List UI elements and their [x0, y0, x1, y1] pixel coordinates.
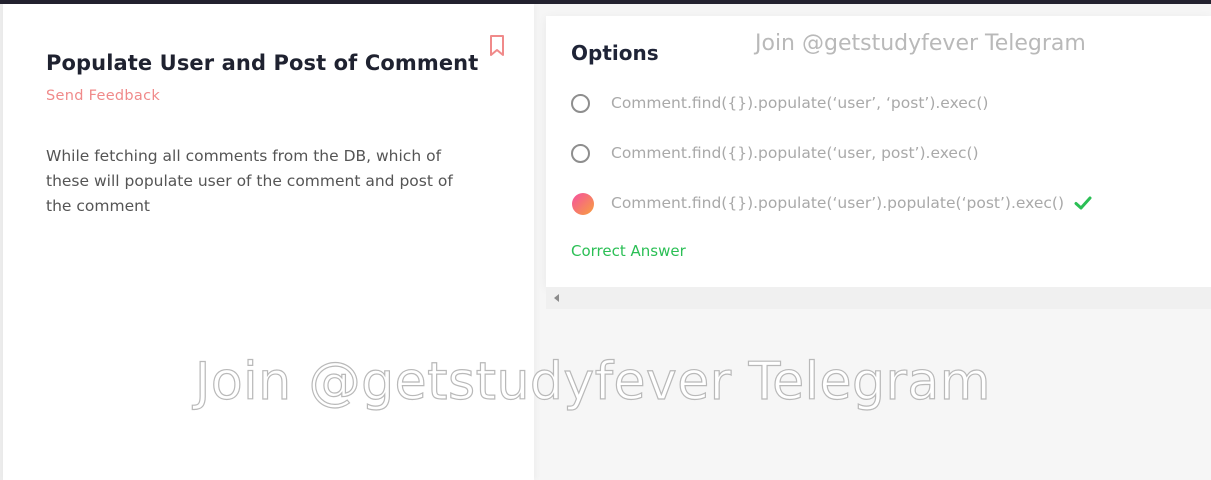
question-title: Populate User and Post of Comment: [46, 51, 479, 75]
option-label: Comment.find({}).populate(‘user, post’).…: [611, 144, 979, 162]
option-label: Comment.find({}).populate(‘user’).popula…: [611, 194, 1064, 212]
radio-button[interactable]: [571, 94, 590, 113]
option-2[interactable]: Comment.find({}).populate(‘user, post’).…: [571, 143, 1191, 169]
radio-button-selected[interactable]: [572, 193, 594, 215]
scroll-left-arrow-icon[interactable]: [554, 294, 559, 302]
watermark-center: Join @getstudyfever Telegram: [194, 351, 991, 412]
watermark-top: Join @getstudyfever Telegram: [755, 31, 1086, 56]
radio-button[interactable]: [571, 144, 590, 163]
correct-answer-label: Correct Answer: [571, 242, 686, 260]
option-1[interactable]: Comment.find({}).populate(‘user’, ‘post’…: [571, 93, 1191, 119]
check-icon: [1074, 196, 1092, 210]
send-feedback-link[interactable]: Send Feedback: [46, 88, 160, 104]
option-label: Comment.find({}).populate(‘user’, ‘post’…: [611, 94, 989, 112]
horizontal-scrollbar[interactable]: [546, 287, 1211, 309]
options-title: Options: [571, 41, 659, 65]
option-label-wrap: Comment.find({}).populate(‘user’).popula…: [611, 194, 1092, 212]
option-3[interactable]: Comment.find({}).populate(‘user’).popula…: [571, 193, 1191, 219]
bookmark-icon[interactable]: [487, 34, 507, 58]
options-card: Options Join @getstudyfever Telegram Com…: [546, 16, 1211, 287]
question-text: While fetching all comments from the DB,…: [46, 147, 453, 215]
